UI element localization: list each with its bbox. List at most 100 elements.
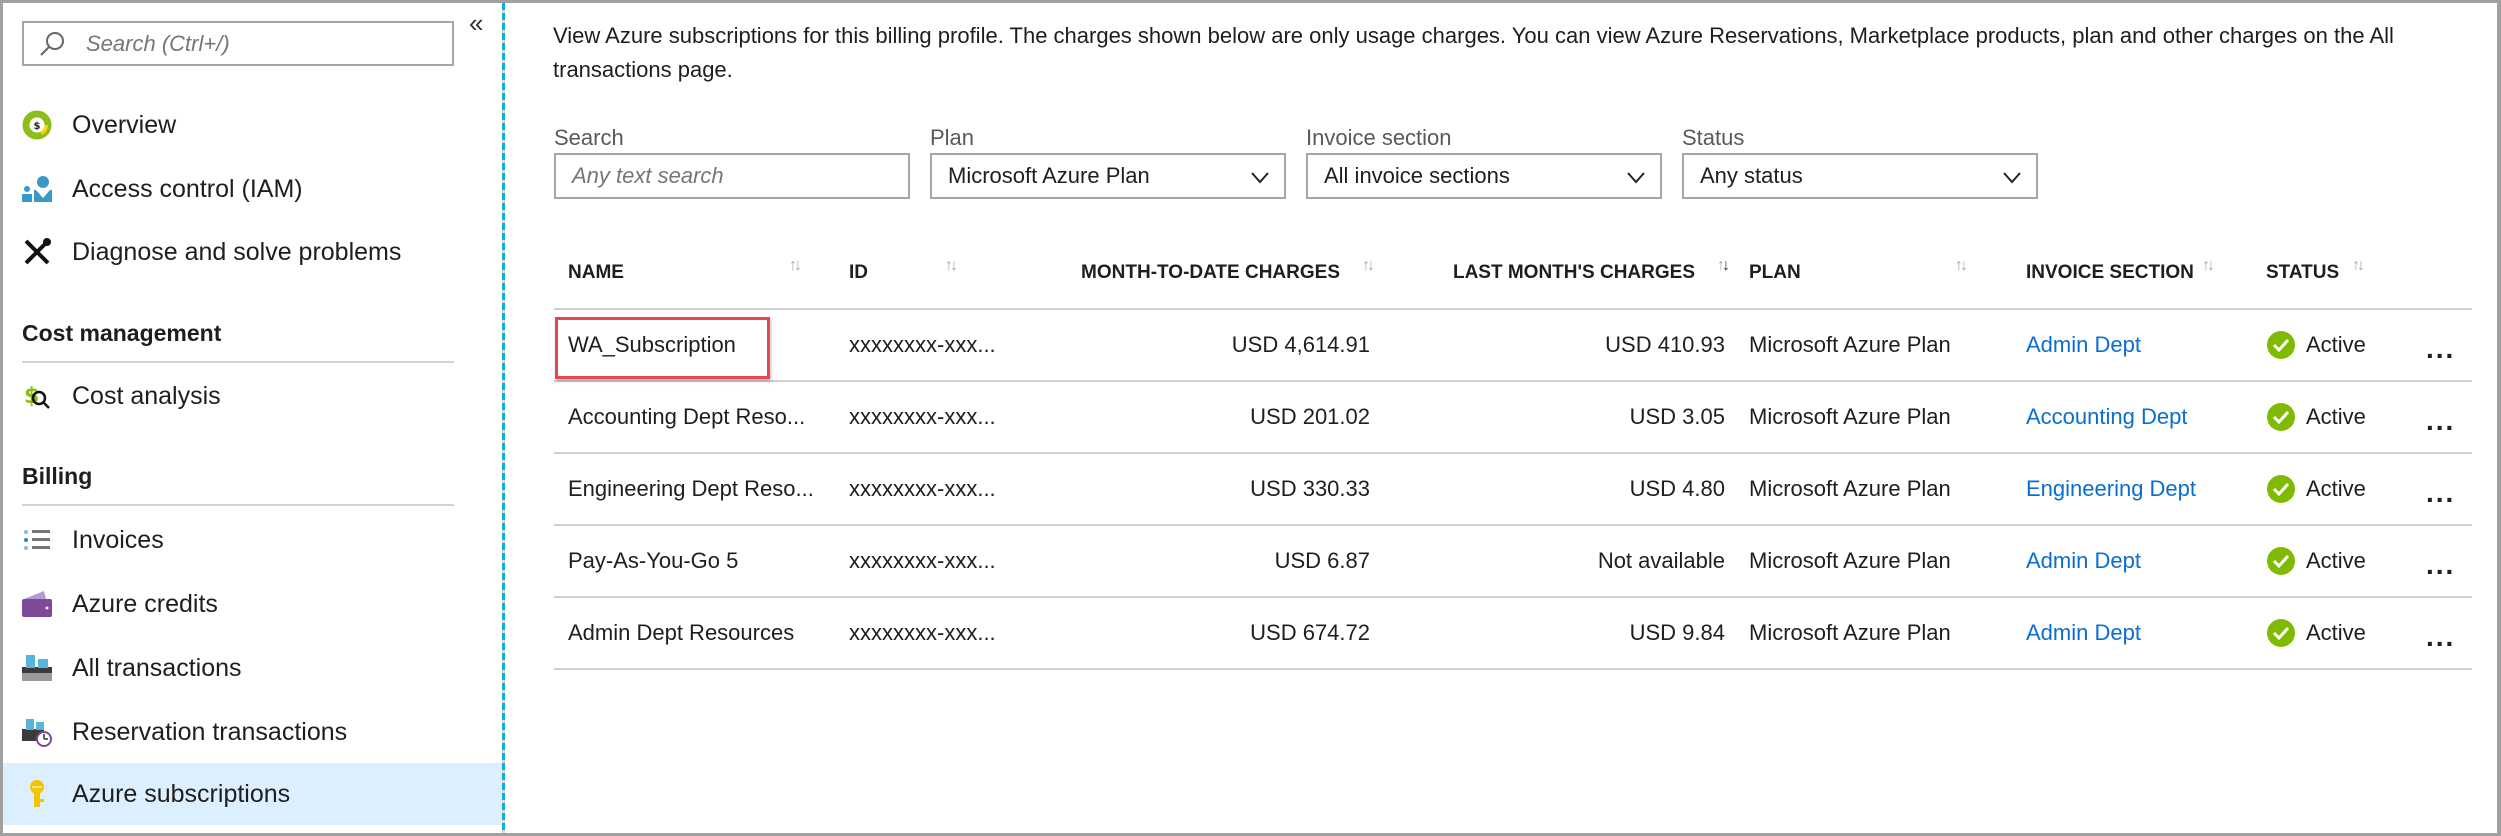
- cell-month-to-date-charges: USD 330.33: [1045, 453, 1380, 526]
- cell-status: Active: [2252, 381, 2412, 454]
- sidebar-item-label: Reservation transactions: [72, 717, 348, 746]
- column-header-id[interactable]: ID ↑↓: [835, 237, 1045, 310]
- cell-id: xxxxxxxx-xxx...: [835, 381, 1045, 454]
- sidebar-item-access-control[interactable]: Access control (IAM): [3, 158, 502, 220]
- wrench-screwdriver-icon: [22, 237, 52, 267]
- sidebar-item-azure-subscriptions[interactable]: Azure subscriptions: [3, 763, 502, 825]
- sidebar-item-azure-credits[interactable]: Azure credits: [3, 573, 502, 635]
- check-circle-icon: [2267, 619, 2295, 647]
- cell-id: xxxxxxxx-xxx...: [835, 309, 1045, 382]
- sidebar-item-overview[interactable]: $ Overview: [3, 94, 502, 156]
- cell-name[interactable]: Accounting Dept Reso...: [554, 381, 835, 454]
- cell-id: xxxxxxxx-xxx...: [835, 525, 1045, 598]
- sort-descending-icon[interactable]: ↑↓: [1717, 257, 1730, 275]
- sidebar-item-all-transactions[interactable]: All transactions: [3, 637, 502, 699]
- sidebar-item-label: All transactions: [72, 653, 242, 682]
- section-divider: [22, 504, 454, 506]
- cell-plan: Microsoft Azure Plan: [1735, 597, 2012, 670]
- sidebar-item-invoices[interactable]: Invoices: [3, 509, 502, 571]
- check-circle-icon: [2267, 403, 2295, 431]
- invoice-section-link[interactable]: Admin Dept: [2026, 332, 2141, 357]
- access-control-icon: [22, 174, 52, 204]
- more-actions-button[interactable]: ...: [2426, 549, 2455, 580]
- cell-status: Active: [2252, 309, 2412, 382]
- table-row[interactable]: WA_Subscription xxxxxxxx-xxx... USD 4,61…: [554, 309, 2472, 382]
- sort-icon[interactable]: ↑↓: [789, 257, 802, 275]
- invoice-section-filter-label: Invoice section: [1306, 125, 1452, 150]
- column-header-actions: [2412, 237, 2472, 310]
- invoice-section-link[interactable]: Admin Dept: [2026, 620, 2141, 645]
- sidebar-item-label: Overview: [72, 110, 177, 139]
- sidebar-item-diagnose[interactable]: Diagnose and solve problems: [3, 221, 502, 283]
- section-title-cost-management: Cost management: [22, 320, 222, 346]
- plan-filter-label: Plan: [930, 125, 975, 150]
- column-header-name[interactable]: NAME ↑↓: [554, 237, 835, 310]
- search-filter-label: Search: [554, 125, 624, 150]
- subscriptions-table: NAME ↑↓ ID ↑↓ MONTH-TO-DATE CHARGES ↑↓ LAST…: [554, 237, 2472, 670]
- overview-icon: $: [22, 110, 52, 140]
- check-circle-icon: [2267, 547, 2295, 575]
- sidebar-item-cost-analysis[interactable]: $ Cost analysis: [3, 365, 502, 427]
- status-badge: Active: [2306, 404, 2366, 429]
- cell-name[interactable]: Admin Dept Resources: [554, 597, 835, 670]
- cell-plan: Microsoft Azure Plan: [1735, 525, 2012, 598]
- invoice-section-link[interactable]: Accounting Dept: [2026, 404, 2187, 429]
- sidebar-item-label: Azure credits: [72, 589, 218, 618]
- table-row[interactable]: Engineering Dept Reso... xxxxxxxx-xxx...…: [554, 453, 2472, 526]
- plan-filter-value: Microsoft Azure Plan: [948, 163, 1150, 188]
- table-row[interactable]: Accounting Dept Reso... xxxxxxxx-xxx... …: [554, 381, 2472, 454]
- chevron-down-icon: [2003, 172, 2021, 184]
- more-actions-button[interactable]: ...: [2426, 477, 2455, 508]
- column-header-month-to-date-charges[interactable]: MONTH-TO-DATE CHARGES ↑↓: [1045, 237, 1380, 310]
- column-header-last-months-charges[interactable]: LAST MONTH'S CHARGES ↑↓: [1380, 237, 1735, 310]
- invoice-section-filter-dropdown[interactable]: All invoice sections: [1306, 153, 1662, 199]
- column-header-status[interactable]: STATUS ↑↓: [2252, 237, 2412, 310]
- sort-icon[interactable]: ↑↓: [2202, 257, 2215, 275]
- more-actions-button[interactable]: ...: [2426, 333, 2455, 364]
- svg-text:$: $: [34, 121, 41, 132]
- search-filter-placeholder: Any text search: [572, 163, 724, 188]
- sort-icon[interactable]: ↑↓: [2352, 257, 2365, 275]
- sort-icon[interactable]: ↑↓: [1955, 257, 1968, 275]
- table-row[interactable]: Pay-As-You-Go 5 xxxxxxxx-xxx... USD 6.87…: [554, 525, 2472, 598]
- cell-id: xxxxxxxx-xxx...: [835, 453, 1045, 526]
- cell-status: Active: [2252, 597, 2412, 670]
- more-actions-button[interactable]: ...: [2426, 621, 2455, 652]
- cell-last-months-charges: USD 410.93: [1380, 309, 1735, 382]
- collapse-sidebar-icon[interactable]: «: [469, 10, 483, 36]
- sidebar-item-label: Access control (IAM): [72, 174, 303, 203]
- check-circle-icon: [2267, 475, 2295, 503]
- sidebar-item-label: Azure subscriptions: [72, 779, 291, 808]
- cell-name[interactable]: Pay-As-You-Go 5: [554, 525, 835, 598]
- window-frame: Search (Ctrl+/) « $ Overview Access cont…: [0, 0, 2501, 836]
- more-actions-button[interactable]: ...: [2426, 405, 2455, 436]
- transactions-icon: [22, 653, 52, 683]
- sort-icon[interactable]: ↑↓: [1362, 257, 1375, 275]
- cell-month-to-date-charges: USD 4,614.91: [1045, 309, 1380, 382]
- cell-name[interactable]: Engineering Dept Reso...: [554, 453, 835, 526]
- status-filter-value: Any status: [1700, 163, 1803, 188]
- section-title-billing: Billing: [22, 463, 93, 489]
- cell-id: xxxxxxxx-xxx...: [835, 597, 1045, 670]
- chevron-down-icon: [1251, 172, 1269, 184]
- key-icon: [22, 779, 52, 809]
- invoice-section-link[interactable]: Admin Dept: [2026, 548, 2141, 573]
- search-filter-input[interactable]: Any text search: [554, 153, 910, 199]
- sidebar-item-reservation-transactions[interactable]: Reservation transactions: [3, 701, 502, 763]
- sort-icon[interactable]: ↑↓: [945, 257, 958, 275]
- cost-analysis-icon: $: [22, 381, 52, 411]
- cell-name[interactable]: WA_Subscription: [554, 309, 835, 382]
- column-header-invoice-section[interactable]: INVOICE SECTION ↑↓: [2012, 237, 2252, 310]
- plan-filter-dropdown[interactable]: Microsoft Azure Plan: [930, 153, 1286, 199]
- status-filter-dropdown[interactable]: Any status: [1682, 153, 2038, 199]
- column-header-plan[interactable]: PLAN ↑↓: [1735, 237, 2012, 310]
- cell-last-months-charges: USD 9.84: [1380, 597, 1735, 670]
- cell-actions: ...: [2412, 381, 2472, 454]
- cell-plan: Microsoft Azure Plan: [1735, 309, 2012, 382]
- main-content: View Azure subscriptions for this billin…: [505, 3, 2497, 833]
- invoice-section-link[interactable]: Engineering Dept: [2026, 476, 2196, 501]
- table-row[interactable]: Admin Dept Resources xxxxxxxx-xxx... USD…: [554, 597, 2472, 670]
- sidebar-search-input[interactable]: Search (Ctrl+/): [22, 21, 454, 66]
- section-divider: [22, 361, 454, 363]
- status-filter-label: Status: [1682, 125, 1745, 150]
